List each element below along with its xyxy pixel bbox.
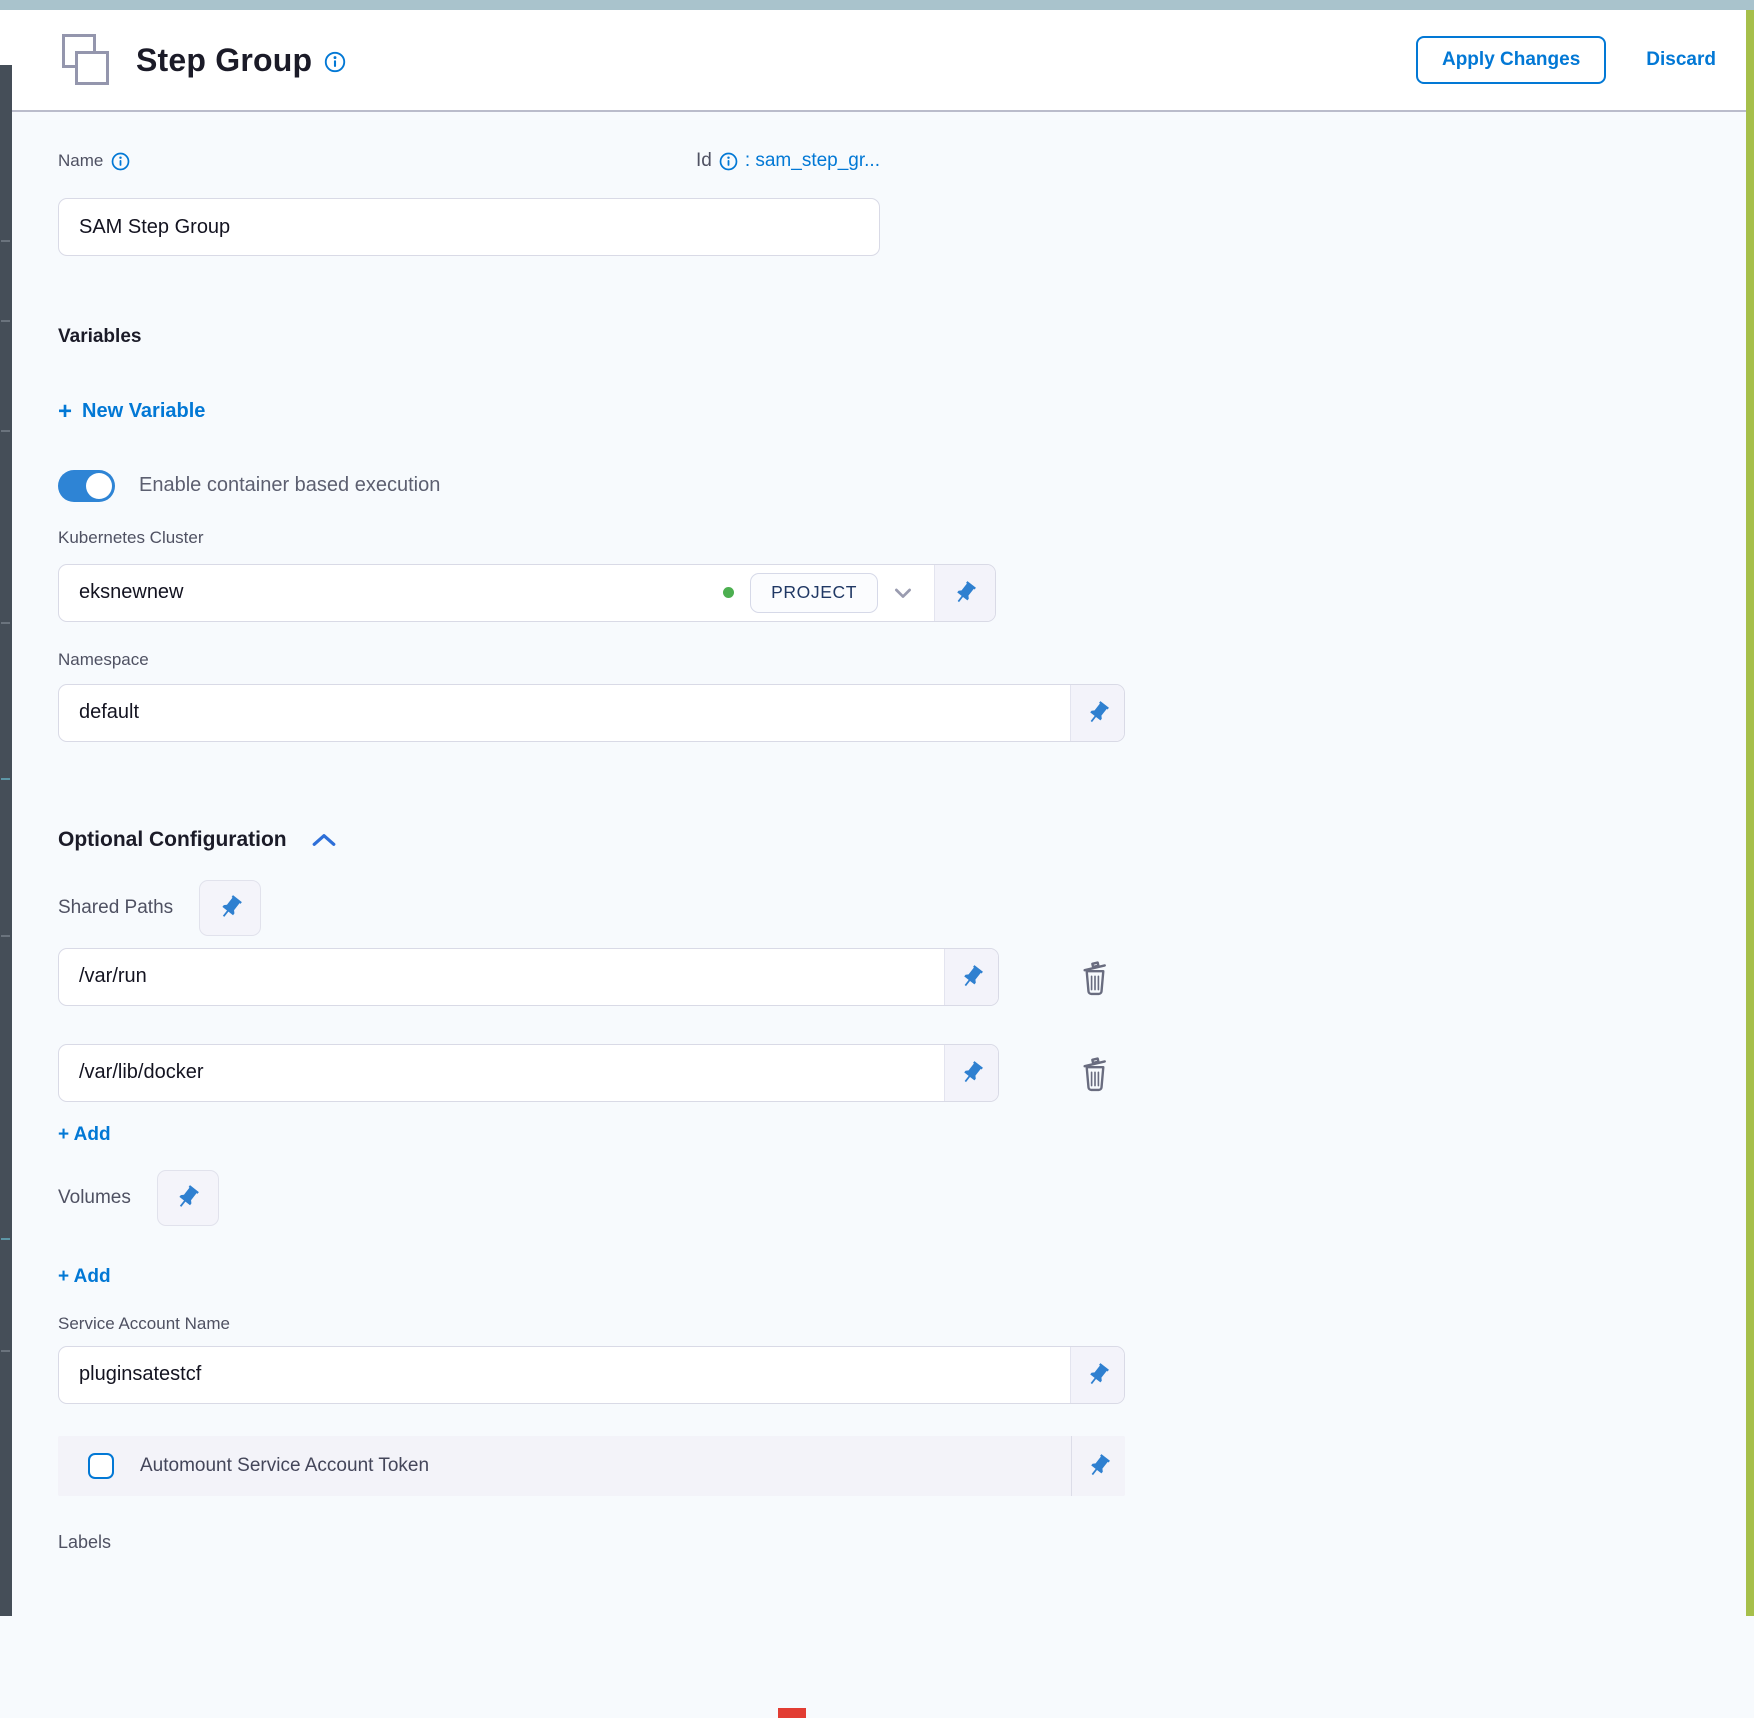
namespace-input[interactable] (59, 685, 1070, 741)
apply-changes-button[interactable]: Apply Changes (1416, 36, 1606, 84)
chevron-down-icon[interactable] (878, 565, 934, 621)
canvas-tick (1, 430, 10, 432)
pin-icon[interactable] (157, 1170, 219, 1226)
variables-heading: Variables (58, 326, 1746, 348)
pin-icon[interactable] (1071, 1436, 1125, 1496)
automount-label: Automount Service Account Token (140, 1455, 429, 1477)
info-icon[interactable] (111, 152, 130, 171)
container-execution-label: Enable container based execution (139, 474, 440, 497)
pin-icon[interactable] (1070, 685, 1124, 741)
name-input[interactable] (58, 198, 880, 256)
shared-path-field (58, 1044, 999, 1102)
background-canvas-edge (0, 10, 12, 1616)
trash-icon[interactable] (1077, 1053, 1113, 1093)
pin-icon[interactable] (934, 565, 995, 621)
canvas-tick (1, 778, 10, 780)
new-variable-button[interactable]: + New Variable (58, 400, 205, 423)
canvas-tick (1, 1350, 10, 1352)
shared-path-input[interactable] (59, 1045, 944, 1101)
name-id-row: Name Id : sam_step_gr... (58, 150, 880, 172)
canvas-artifact (778, 1708, 806, 1718)
info-icon[interactable] (719, 152, 738, 171)
shared-paths-label: Shared Paths (58, 897, 173, 919)
info-icon[interactable] (324, 51, 346, 73)
canvas-tick (1, 240, 10, 242)
shared-path-input[interactable] (59, 949, 944, 1005)
pin-icon[interactable] (199, 880, 261, 936)
connector-status-dot (723, 587, 734, 598)
kubernetes-cluster-field: PROJECT (58, 564, 996, 622)
canvas-tick (1, 935, 10, 937)
drawer-body: Name Id : sam_step_gr... Variables + New… (12, 112, 1746, 1614)
step-group-drawer: Step Group Apply Changes Discard Name Id (12, 10, 1746, 1616)
labels-label: Labels (58, 1532, 1746, 1553)
shared-path-row (58, 1044, 1746, 1102)
kubernetes-cluster-input[interactable] (59, 565, 723, 621)
kubernetes-cluster-label: Kubernetes Cluster (58, 528, 1746, 548)
service-account-input[interactable] (59, 1347, 1070, 1403)
page-title: Step Group (136, 42, 312, 79)
optional-configuration-header[interactable]: Optional Configuration (58, 828, 1746, 852)
id-label: Id (696, 150, 712, 172)
shared-paths-row: Shared Paths (58, 880, 1746, 936)
id-value-link[interactable]: : sam_step_gr... (745, 150, 880, 172)
pin-icon[interactable] (1070, 1347, 1124, 1403)
volumes-row: Volumes (58, 1170, 1746, 1226)
volumes-label: Volumes (58, 1187, 131, 1209)
toggle-knob (86, 473, 112, 499)
automount-row: Automount Service Account Token (58, 1436, 1125, 1496)
canvas-tick (1, 320, 10, 322)
background-canvas-edge-dark (0, 65, 12, 1616)
namespace-label: Namespace (58, 650, 1746, 670)
namespace-field (58, 684, 1125, 742)
identifier-display: Id : sam_step_gr... (696, 150, 880, 172)
add-volume-button[interactable]: + Add (58, 1266, 111, 1288)
canvas-tick (1, 622, 10, 624)
pin-icon[interactable] (944, 949, 998, 1005)
scope-badge: PROJECT (750, 573, 878, 613)
drawer-header: Step Group Apply Changes Discard (12, 10, 1746, 112)
shared-path-field (58, 948, 999, 1006)
optional-configuration-heading: Optional Configuration (58, 828, 287, 852)
pin-icon[interactable] (944, 1045, 998, 1101)
service-account-label: Service Account Name (58, 1314, 1746, 1334)
service-account-field (58, 1346, 1125, 1404)
discard-button[interactable]: Discard (1646, 49, 1716, 71)
plus-icon: + (58, 402, 72, 422)
background-canvas-edge-right (1746, 10, 1754, 1616)
new-variable-label: New Variable (82, 400, 205, 423)
name-label: Name (58, 151, 103, 171)
window-top-bar (0, 0, 1754, 10)
add-shared-path-button[interactable]: + Add (58, 1124, 111, 1146)
shared-path-row (58, 948, 1746, 1006)
container-execution-row: Enable container based execution (58, 470, 1746, 502)
canvas-tick (1, 1238, 10, 1240)
automount-checkbox[interactable] (88, 1453, 114, 1479)
trash-icon[interactable] (1077, 957, 1113, 997)
container-execution-toggle[interactable] (58, 470, 115, 502)
chevron-up-icon[interactable] (311, 830, 337, 850)
step-group-icon (62, 32, 114, 88)
